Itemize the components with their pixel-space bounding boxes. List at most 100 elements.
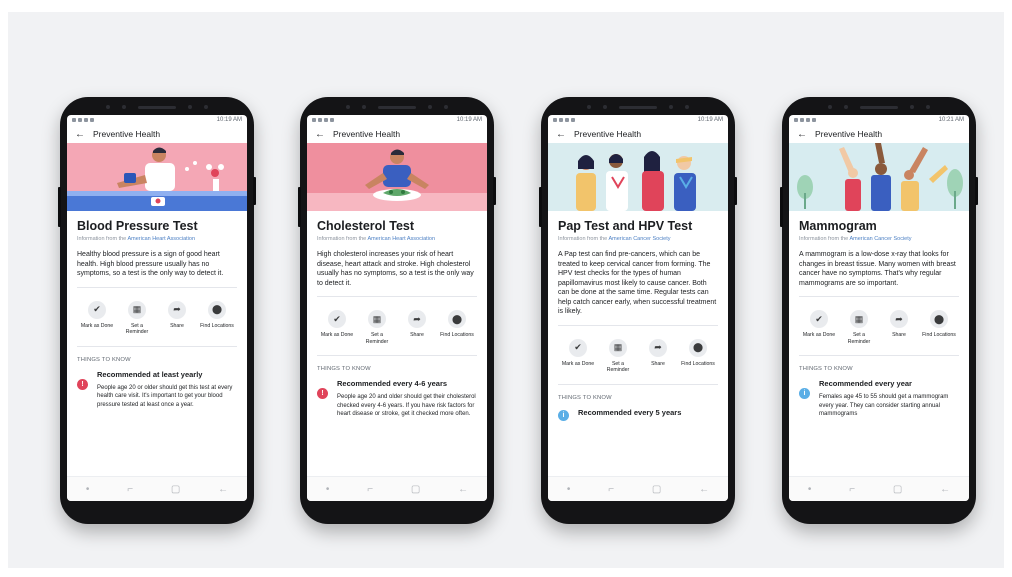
mark-as-done-button[interactable]: ✔ Mark as Done — [801, 310, 837, 345]
home-dot-icon[interactable]: • — [86, 484, 90, 495]
action-label: Find Locations — [922, 332, 956, 338]
phone-cholesterol: 10:19 AM ← Preventive Health Cholesterol… — [298, 97, 496, 524]
action-label: Set a Reminder — [365, 332, 389, 345]
mark-as-done-button[interactable]: ✔ Mark as Done — [79, 300, 115, 336]
phone-sensors — [828, 104, 930, 110]
home-button-icon[interactable]: ▢ — [171, 484, 180, 495]
location-pin-icon: ⬤ — [448, 310, 466, 328]
back-icon[interactable]: ← — [218, 484, 228, 495]
nav-title: Preventive Health — [93, 129, 161, 139]
action-label: Mark as Done — [561, 360, 595, 367]
home-dot-icon[interactable]: • — [326, 484, 330, 495]
page-title: Blood Pressure Test — [77, 219, 198, 233]
phone-blood-pressure: 10:19 AM ← Preventive Health Blood Press… — [58, 97, 256, 524]
home-dot-icon[interactable]: • — [567, 484, 571, 495]
recents-icon[interactable]: ⌐ — [127, 484, 133, 495]
source-line: Information from the American Heart Asso… — [77, 236, 237, 242]
set-reminder-button[interactable]: ▦ Set a Reminder — [119, 300, 155, 336]
notification-icons — [312, 118, 334, 122]
find-locations-button[interactable]: ⬤ Find Locations — [680, 338, 716, 374]
action-label: Mark as Done — [80, 322, 114, 329]
status-time: 10:19 AM — [697, 117, 723, 123]
location-pin-icon: ⬤ — [208, 300, 226, 319]
status-bar: 10:21 AM — [789, 115, 969, 125]
status-bar: 10:19 AM — [307, 115, 487, 125]
source-line: Information from the American Heart Asso… — [317, 236, 477, 242]
action-label: Set a Reminder — [847, 332, 871, 345]
status-time: 10:19 AM — [456, 117, 482, 123]
source-prefix: Information from the — [558, 236, 609, 242]
back-arrow-icon[interactable]: ← — [556, 129, 566, 140]
phone-sensors — [587, 104, 689, 110]
calendar-icon: ▦ — [128, 300, 146, 319]
phone-screen: 10:19 AM ← Preventive Health — [548, 115, 728, 501]
recents-icon[interactable]: ⌐ — [367, 484, 373, 495]
check-icon: ✔ — [569, 338, 587, 357]
recents-icon[interactable]: ⌐ — [608, 484, 614, 495]
mark-as-done-button[interactable]: ✔ Mark as Done — [319, 310, 355, 345]
info-icon: i — [799, 388, 810, 399]
check-icon: ✔ — [810, 310, 828, 328]
find-locations-button[interactable]: ⬤ Find Locations — [921, 310, 957, 345]
recents-icon[interactable]: ⌐ — [849, 484, 855, 495]
location-pin-icon: ⬤ — [930, 310, 948, 328]
info-icon: i — [558, 409, 569, 421]
status-time: 10:21 AM — [938, 117, 964, 123]
description-text: High cholesterol increases your risk of … — [317, 250, 477, 297]
phone-sensors — [106, 104, 208, 110]
check-icon: ✔ — [328, 310, 346, 328]
share-button[interactable]: ➦ Share — [881, 310, 917, 345]
source-link[interactable]: American Cancer Society — [608, 236, 670, 242]
nav-bar: ← Preventive Health — [548, 125, 728, 143]
things-to-know-heading: THINGS TO KNOW — [558, 394, 612, 401]
set-reminder-button[interactable]: ▦ Set a Reminder — [841, 310, 877, 345]
recommendation-item: i Recommended every year Females age 45 … — [799, 379, 959, 419]
nav-title: Preventive Health — [333, 129, 401, 139]
phone-screen: 10:19 AM ← Preventive Health — [67, 115, 247, 501]
nav-bar: ← Preventive Health — [307, 125, 487, 143]
source-link[interactable]: American Heart Association — [127, 236, 195, 242]
find-locations-button[interactable]: ⬤ Find Locations — [439, 310, 475, 345]
home-dot-icon[interactable]: • — [808, 484, 812, 495]
status-bar: 10:19 AM — [548, 115, 728, 125]
home-button-icon[interactable]: ▢ — [893, 484, 902, 495]
back-icon[interactable]: ← — [458, 484, 468, 495]
share-button[interactable]: ➦ Share — [159, 300, 195, 336]
back-arrow-icon[interactable]: ← — [315, 129, 325, 140]
presentation-background: 10:19 AM ← Preventive Health Blood Press… — [8, 12, 1004, 568]
recommendation-title: Recommended every year — [819, 379, 912, 388]
recommendation-item: i Recommended every 5 years — [558, 408, 718, 422]
notification-icons — [794, 118, 816, 122]
set-reminder-button[interactable]: ▦ Set a Reminder — [359, 310, 395, 345]
share-button[interactable]: ➦ Share — [399, 310, 435, 345]
volume-button — [58, 187, 61, 227]
action-label: Share — [892, 332, 906, 338]
back-icon[interactable]: ← — [699, 484, 709, 495]
action-label: Set a Reminder — [606, 360, 630, 374]
find-locations-button[interactable]: ⬤ Find Locations — [199, 300, 235, 336]
back-arrow-icon[interactable]: ← — [797, 129, 807, 140]
action-label: Share — [410, 332, 424, 338]
action-label: Share — [651, 360, 665, 367]
share-button[interactable]: ➦ Share — [640, 338, 676, 374]
power-button — [493, 177, 496, 205]
set-reminder-button[interactable]: ▦ Set a Reminder — [600, 338, 636, 374]
things-to-know-heading: THINGS TO KNOW — [799, 366, 853, 372]
calendar-icon: ▦ — [368, 310, 386, 328]
nav-title: Preventive Health — [815, 129, 883, 139]
source-link[interactable]: American Heart Association — [367, 236, 435, 242]
power-button — [975, 177, 978, 205]
page-title: Cholesterol Test — [317, 219, 415, 233]
mark-as-done-button[interactable]: ✔ Mark as Done — [560, 338, 596, 374]
action-label: Mark as Done — [802, 332, 836, 338]
home-button-icon[interactable]: ▢ — [411, 484, 420, 495]
phone-pap-hpv: 10:19 AM ← Preventive Health Pap Test an… — [539, 97, 737, 524]
back-icon[interactable]: ← — [940, 484, 950, 495]
nav-bar: ← Preventive Health — [789, 125, 969, 143]
status-time: 10:19 AM — [216, 117, 242, 123]
home-button-icon[interactable]: ▢ — [652, 484, 661, 495]
source-link[interactable]: American Cancer Society — [849, 236, 911, 242]
android-nav-bar: • ⌐ ▢ ← — [789, 476, 969, 501]
recommendation-body: People age 20 or older should get this t… — [97, 384, 233, 408]
back-arrow-icon[interactable]: ← — [75, 129, 85, 140]
